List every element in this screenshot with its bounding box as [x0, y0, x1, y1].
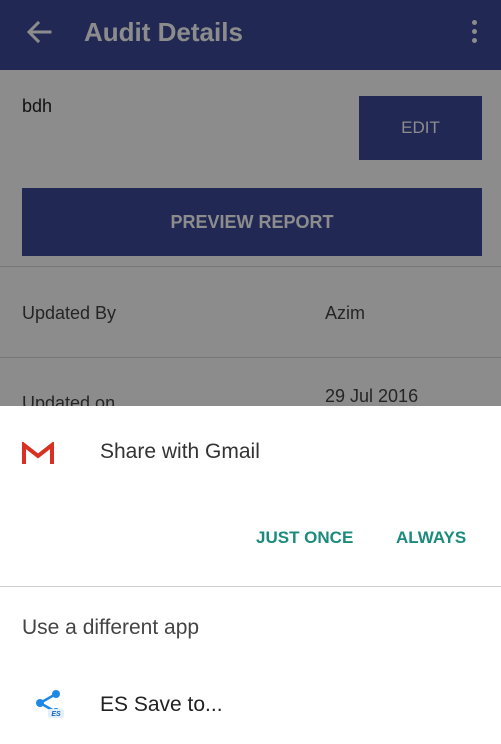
svg-text:ES: ES	[51, 711, 61, 718]
app-item-es-save[interactable]: ES ES Save to...	[0, 671, 501, 741]
sheet-divider	[0, 586, 501, 587]
share-with-gmail-label[interactable]: Share with Gmail	[100, 440, 260, 464]
es-share-icon: ES	[34, 689, 66, 719]
app-chooser-sheet: Share with Gmail JUST ONCE ALWAYS Use a …	[0, 406, 501, 744]
always-button[interactable]: ALWAYS	[388, 524, 474, 552]
app-item-label: ES Save to...	[100, 693, 223, 716]
use-different-app-header: Use a different app	[22, 616, 200, 639]
just-once-button[interactable]: JUST ONCE	[248, 524, 361, 552]
gmail-icon	[22, 440, 54, 466]
